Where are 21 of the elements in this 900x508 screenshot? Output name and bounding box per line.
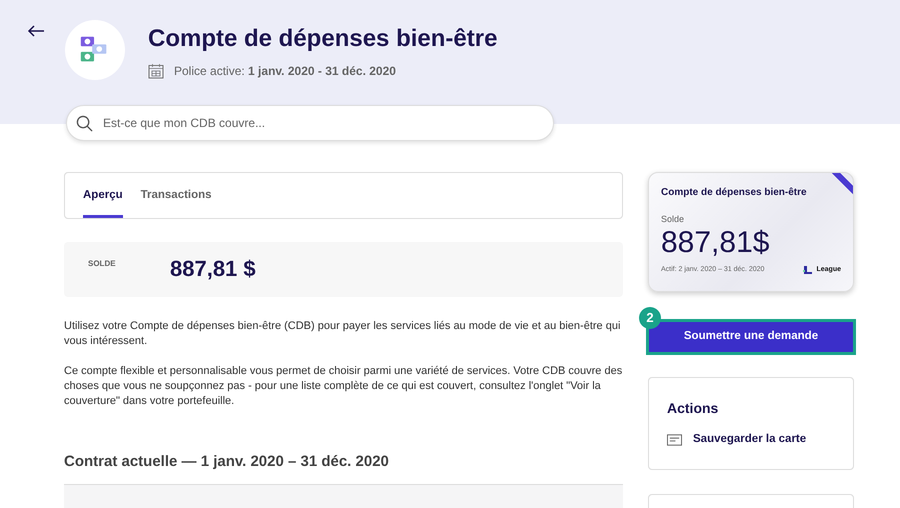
card-amount: 887,81$ [661,226,770,258]
card-title: Compte de dépenses bien-être [661,186,808,200]
page-title: Compte de dépenses bien-être [148,24,498,54]
calendar-icon [148,63,164,79]
balance-label: SOLDE [88,258,117,270]
search-icon [76,115,93,132]
save-card-action[interactable]: Sauvegarder la carte [667,431,806,448]
step-badge: 2 [639,307,661,329]
tab[interactable]: Transactions [140,173,212,218]
tab[interactable]: Aperçu [83,173,123,218]
contract-heading: Contrat actuelle — 1 janv. 2020 – 31 déc. 2020 [64,452,390,472]
description-paragraph: Utilisez votre Compte de dépenses bien-être (CDB) pour payer les services liés au mode de vie et au bien-être qui vous intéressent. [64,319,622,349]
card-balance-label: Solde [661,213,686,226]
card-icon [667,434,682,446]
search-field[interactable]: Est-ce que mon CDB couvre... [66,105,554,141]
policy-dates: Police active: 1 janv. 2020 - 31 déc. 2020 [174,63,396,80]
back-arrow-icon[interactable] [27,24,45,38]
actions-title: Actions [667,399,720,418]
description-paragraph: Ce compte flexible et personnalisable vous permet de choisir parmi une variété de services. Votre CDB couvre des choses que vous ne soupçonnez pas - pour une liste complète de ce qui est couvert, consultez l'onglet "Voir la couverture" dans votre portefeuille. [64,364,623,409]
brand-logo-icon [803,264,814,275]
balance-amount: 887,81 $ [170,258,256,280]
